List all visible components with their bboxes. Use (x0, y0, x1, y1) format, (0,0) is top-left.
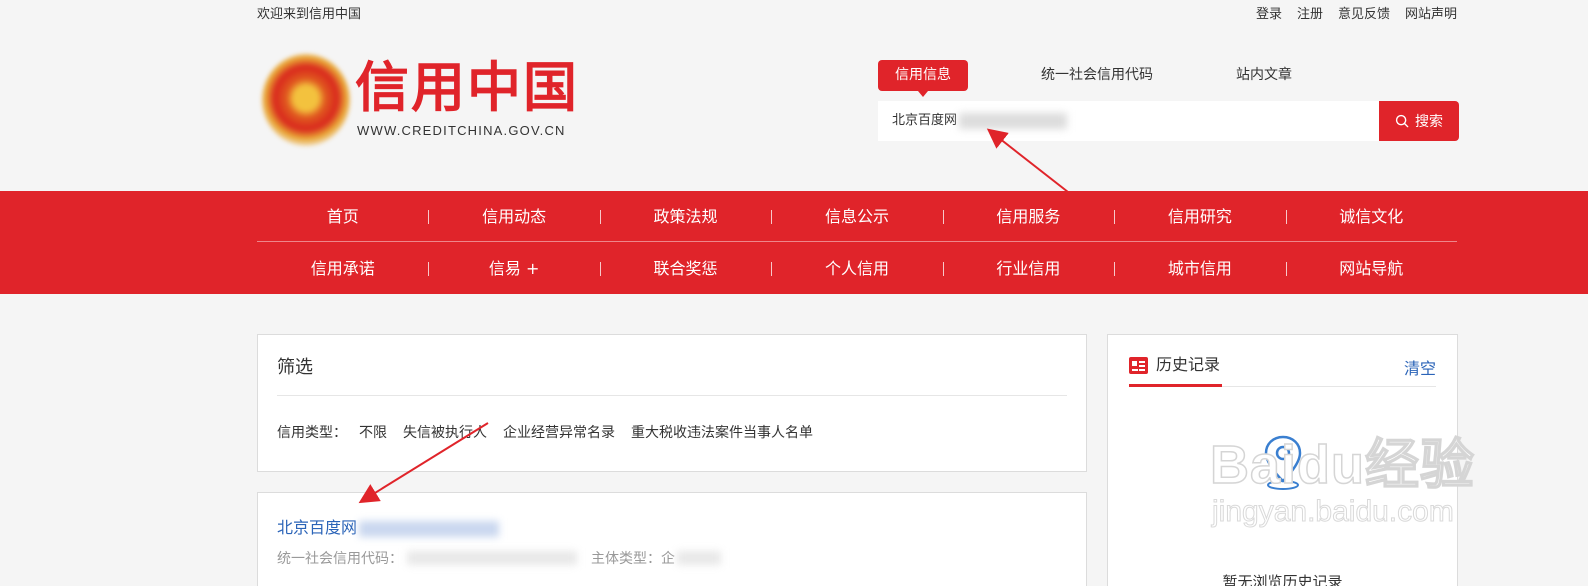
filter-option-tax-violation[interactable]: 重大税收违法案件当事人名单 (631, 422, 813, 442)
tab-site-articles[interactable]: 站内文章 (1236, 60, 1292, 91)
nav-item-home[interactable]: 首页 (257, 191, 428, 241)
history-title: 历史记录 (1156, 355, 1221, 374)
nav-item-joint-rewards[interactable]: 联合奖惩 (599, 243, 771, 294)
result-code-redacted (407, 551, 577, 565)
feedback-link[interactable]: 意见反馈 (1338, 3, 1390, 22)
filter-title: 筛选 (277, 357, 313, 378)
result-code-label: 统一社会信用代码： (277, 551, 403, 567)
tab-credit-code[interactable]: 统一社会信用代码 (1041, 60, 1153, 91)
nav-item-city-credit[interactable]: 城市信用 (1114, 243, 1285, 294)
search-icon (1395, 114, 1409, 128)
filter-option-all[interactable]: 不限 (359, 422, 387, 442)
result-type-redacted (677, 551, 721, 565)
nav-row-1: 首页 信用动态 政策法规 信息公示 信用服务 信用研究 诚信文化 (257, 191, 1457, 242)
statement-link[interactable]: 网站声明 (1405, 3, 1457, 22)
tab-credit-info[interactable]: 信用信息 (878, 60, 968, 97)
nav-item-credit-commitment[interactable]: 信用承诺 (257, 243, 428, 294)
result-company-name: 北京百度网 (277, 518, 358, 537)
credit-type-filter: 信用类型： 不限 失信被执行人 企业经营异常名录 重大税收违法案件当事人名单 (277, 422, 813, 442)
history-title-wrap: 历史记录 (1129, 355, 1223, 387)
nav-item-policy[interactable]: 政策法规 (599, 191, 771, 241)
history-panel: 历史记录 清空 暂无浏览历史记录 (1107, 334, 1458, 586)
search-tabs: 信用信息 统一社会信用代码 站内文章 (878, 60, 1478, 97)
result-type-value: 企 (661, 551, 675, 567)
welcome-text: 欢迎来到信用中国 (257, 7, 362, 22)
nav-item-personal-credit[interactable]: 个人信用 (771, 243, 942, 294)
national-emblem-icon (262, 54, 350, 146)
nav-item-disclosure[interactable]: 信息公示 (771, 191, 942, 241)
top-links: 登录 注册 意见反馈 网站声明 (1256, 3, 1457, 22)
nav-row-2: 信用承诺 信易 + 联合奖惩 个人信用 行业信用 城市信用 网站导航 (257, 243, 1457, 294)
history-icon (1129, 357, 1148, 374)
nav-item-integrity-culture[interactable]: 诚信文化 (1285, 191, 1457, 241)
nav-item-site-nav[interactable]: 网站导航 (1285, 243, 1457, 294)
register-link[interactable]: 注册 (1297, 3, 1323, 22)
nav-item-credit-news[interactable]: 信用动态 (428, 191, 599, 241)
login-link[interactable]: 登录 (1256, 3, 1282, 22)
filter-option-dishonest[interactable]: 失信被执行人 (403, 422, 487, 442)
nav-item-credit-service[interactable]: 信用服务 (942, 191, 1114, 241)
site-logo-url: WWW.CREDITCHINA.GOV.CN (357, 123, 566, 138)
filter-panel: 筛选 信用类型： 不限 失信被执行人 企业经营异常名录 重大税收违法案件当事人名… (257, 334, 1087, 472)
top-bar: 欢迎来到信用中国 登录 注册 意见反馈 网站声明 (257, 0, 1457, 24)
site-logo-title[interactable]: 信用中国 (355, 58, 579, 118)
search-button-label: 搜索 (1415, 114, 1443, 130)
filter-divider (277, 395, 1067, 396)
history-clear-button[interactable]: 清空 (1404, 355, 1436, 379)
search-query-redacted (959, 112, 1068, 129)
result-company-link[interactable]: 北京百度网 (277, 514, 500, 538)
location-pin-icon (1264, 435, 1302, 490)
history-empty-text: 暂无浏览历史记录 (1222, 573, 1343, 586)
search-query-text: 北京百度网 (892, 113, 958, 128)
main-nav: 首页 信用动态 政策法规 信息公示 信用服务 信用研究 诚信文化 信用承诺 信易… (0, 191, 1588, 294)
result-meta: 统一社会信用代码： 主体类型： 企 (277, 548, 721, 568)
nav-item-xinyi-plus[interactable]: 信易 + (428, 243, 599, 294)
history-header: 历史记录 清空 (1129, 355, 1436, 387)
nav-item-industry-credit[interactable]: 行业信用 (942, 243, 1114, 294)
result-type-label: 主体类型： (591, 551, 661, 567)
nav-item-credit-research[interactable]: 信用研究 (1114, 191, 1285, 241)
search-result-item: 北京百度网 统一社会信用代码： 主体类型： 企 (257, 492, 1087, 586)
search-input[interactable]: 北京百度网 (878, 101, 1379, 141)
credit-type-label: 信用类型： (277, 425, 347, 441)
filter-option-abnormal[interactable]: 企业经营异常名录 (503, 422, 615, 442)
result-name-redacted (359, 520, 500, 537)
search-button[interactable]: 搜索 (1379, 101, 1459, 141)
